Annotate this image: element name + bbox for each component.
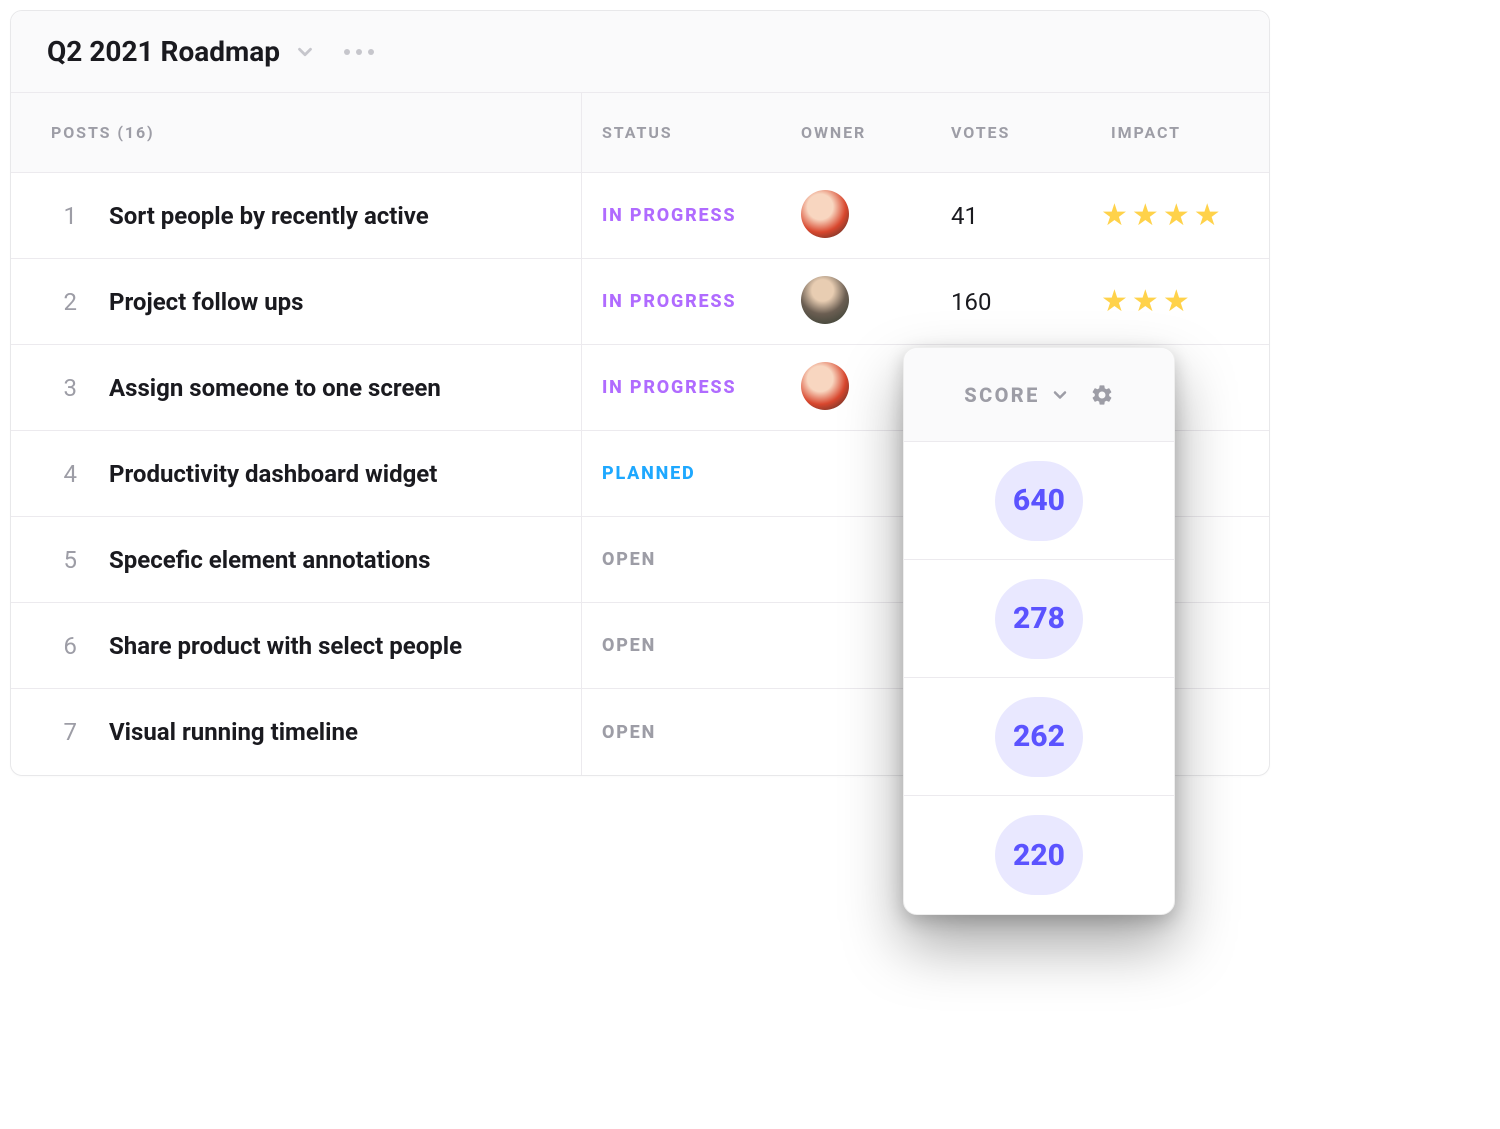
score-pill: 640 <box>995 461 1083 541</box>
col-impact[interactable]: IMPACT <box>1091 123 1271 142</box>
post-cell: 6 Share product with select people <box>11 632 581 660</box>
star-icon: ★ <box>1163 287 1190 317</box>
table-row[interactable]: 1 Sort people by recently active IN PROGRE… <box>11 173 1269 259</box>
star-icon: ★ <box>1101 201 1128 231</box>
row-index: 1 <box>25 202 77 230</box>
chevron-down-icon[interactable] <box>1050 385 1070 405</box>
more-menu-button[interactable] <box>344 49 374 55</box>
star-icon: ★ <box>1163 201 1190 231</box>
status-badge[interactable]: IN PROGRESS <box>581 173 781 258</box>
avatar[interactable] <box>801 362 849 410</box>
star-icon: ★ <box>1194 201 1221 231</box>
score-pill: 220 <box>995 815 1083 895</box>
status-badge[interactable]: PLANNED <box>581 431 781 516</box>
avatar[interactable] <box>801 190 849 238</box>
score-pill: 262 <box>995 697 1083 777</box>
post-cell: 1 Sort people by recently active <box>11 202 581 230</box>
score-row[interactable]: 278 <box>904 560 1174 678</box>
impact-stars: ★★★ <box>1091 287 1271 317</box>
score-row[interactable]: 220 <box>904 796 1174 914</box>
status-badge[interactable]: IN PROGRESS <box>581 345 781 430</box>
avatar[interactable] <box>801 276 849 324</box>
page-title: Q2 2021 Roadmap <box>47 35 280 68</box>
post-title[interactable]: Specefic element annotations <box>109 546 430 574</box>
col-posts[interactable]: POSTS (16) <box>11 123 581 142</box>
post-title[interactable]: Project follow ups <box>109 288 304 316</box>
post-title[interactable]: Share product with select people <box>109 632 462 660</box>
post-title[interactable]: Assign someone to one screen <box>109 374 441 402</box>
score-row[interactable]: 262 <box>904 678 1174 796</box>
roadmap-card: Q2 2021 Roadmap POSTS (16) STATUS OWNER … <box>10 10 1270 776</box>
votes-value: 160 <box>931 288 1091 316</box>
post-cell: 5 Specefic element annotations <box>11 546 581 574</box>
score-popover-header: SCORE <box>904 348 1174 442</box>
status-badge[interactable]: IN PROGRESS <box>581 259 781 344</box>
votes-value: 41 <box>931 202 1091 230</box>
row-index: 2 <box>25 288 77 316</box>
row-index: 6 <box>25 632 77 660</box>
score-label[interactable]: SCORE <box>964 383 1039 407</box>
post-cell: 3 Assign someone to one screen <box>11 374 581 402</box>
col-votes[interactable]: VOTES <box>931 123 1091 142</box>
card-header: Q2 2021 Roadmap <box>11 11 1269 93</box>
columns-header: POSTS (16) STATUS OWNER VOTES IMPACT <box>11 93 1269 173</box>
status-badge[interactable]: OPEN <box>581 689 781 775</box>
gear-icon[interactable] <box>1090 383 1114 407</box>
status-badge[interactable]: OPEN <box>581 603 781 688</box>
star-icon: ★ <box>1132 287 1159 317</box>
score-row[interactable]: 640 <box>904 442 1174 560</box>
post-title[interactable]: Productivity dashboard widget <box>109 460 437 488</box>
post-title[interactable]: Sort people by recently active <box>109 202 429 230</box>
impact-stars: ★★★★ <box>1091 201 1271 231</box>
owner-cell <box>781 276 931 328</box>
star-icon: ★ <box>1101 287 1128 317</box>
score-popover: SCORE 640 278 262 220 <box>903 347 1175 915</box>
table-row[interactable]: 2Project follow upsIN PROGRESS160★★★ <box>11 259 1269 345</box>
col-owner[interactable]: OWNER <box>781 123 931 142</box>
row-index: 3 <box>25 374 77 402</box>
row-index: 7 <box>25 718 77 746</box>
col-status[interactable]: STATUS <box>581 93 781 172</box>
post-cell: 4 Productivity dashboard widget <box>11 460 581 488</box>
post-cell: 7 Visual running timeline <box>11 718 581 746</box>
row-index: 4 <box>25 460 77 488</box>
owner-cell <box>781 190 931 242</box>
row-index: 5 <box>25 546 77 574</box>
chevron-down-icon[interactable] <box>294 41 316 63</box>
post-cell: 2 Project follow ups <box>11 288 581 316</box>
status-badge[interactable]: OPEN <box>581 517 781 602</box>
star-icon: ★ <box>1132 201 1159 231</box>
post-title[interactable]: Visual running timeline <box>109 718 358 746</box>
score-pill: 278 <box>995 579 1083 659</box>
